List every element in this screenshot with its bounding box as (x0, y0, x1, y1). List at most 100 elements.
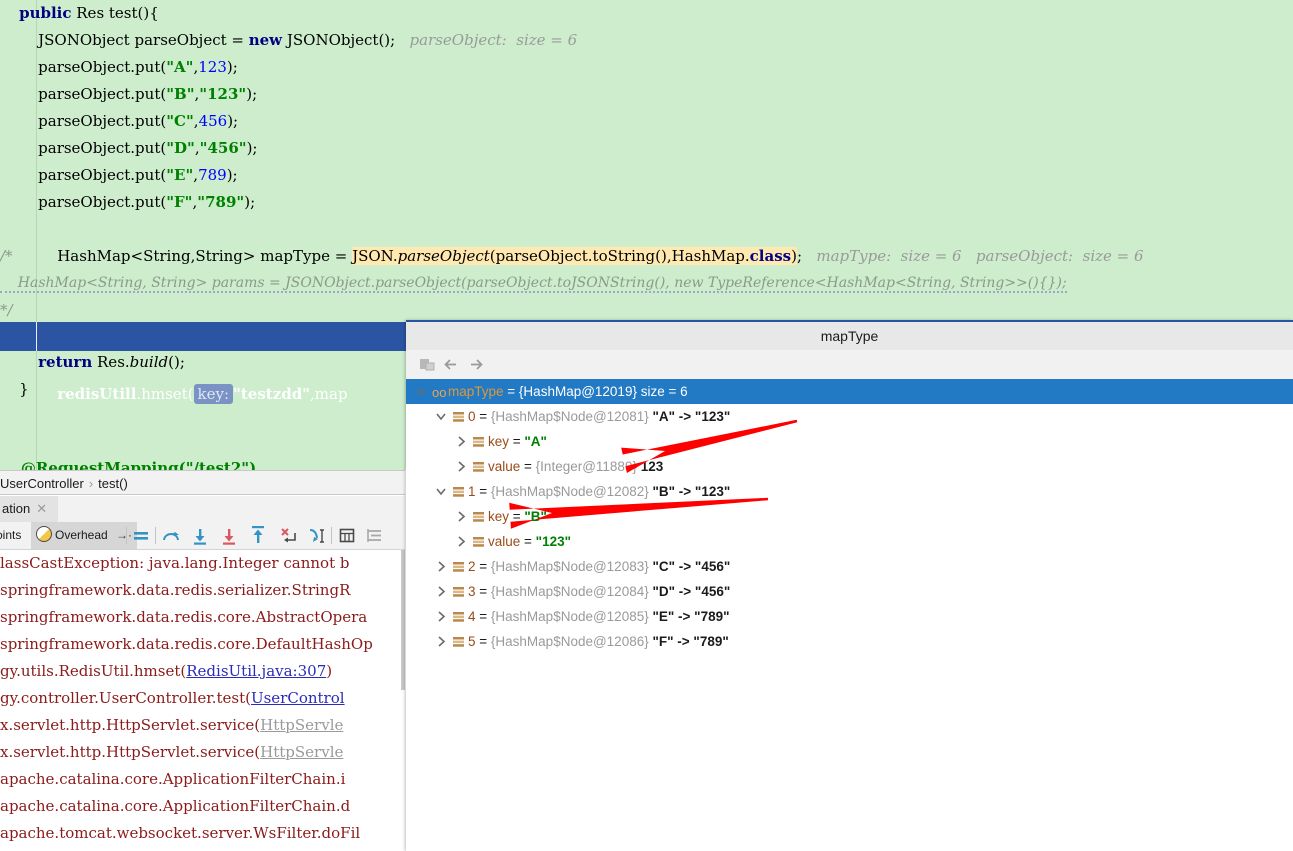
chevron-right-icon[interactable] (434, 604, 448, 629)
code-token: parseObject.put( (0, 193, 167, 211)
debug-toolbar[interactable]: oints Overhead →· (0, 522, 405, 550)
code-token: "D" (166, 139, 195, 157)
tree-token: {HashMap$Node@12085} (490, 609, 649, 624)
tree-token: 123 (636, 459, 664, 474)
console-output[interactable]: lassCastException: java.lang.Integer can… (0, 550, 405, 849)
stacktrace-text: springframework.data.redis.core.DefaultH… (0, 635, 373, 653)
tree-row[interactable]: value = "123" (406, 529, 1293, 554)
stacktrace-text: x.servlet.http.HttpServlet.service( (0, 743, 261, 761)
back-arrow-icon[interactable] (439, 350, 467, 379)
forward-arrow-icon[interactable] (464, 350, 492, 379)
chevron-down-icon[interactable] (414, 379, 428, 404)
code-token: Res (71, 4, 109, 22)
chevron-right-icon[interactable] (454, 454, 468, 479)
code-line: JSONObject parseObject = new JSONObject(… (0, 27, 1293, 54)
chevron-right-icon[interactable] (454, 529, 468, 554)
chevron-right-icon[interactable] (454, 504, 468, 529)
code-line-maptype: HashMap<String,String> mapType = JSON.pa… (0, 216, 1293, 265)
code-token: JSONObject(); (282, 31, 396, 49)
watch-icon[interactable] (414, 350, 442, 379)
tab-application[interactable]: ation ✕ (0, 496, 58, 522)
breadcrumb[interactable]: UserController › test() (0, 470, 405, 495)
stacktrace-line: springframework.data.redis.serializer.St… (0, 577, 350, 604)
tree-token: "A" -> "123" (648, 409, 731, 424)
evaluate-expression-icon[interactable] (334, 522, 360, 549)
variable-inspect-popup[interactable]: mapType oo mapType = {HashMap@12019} size… (406, 320, 1293, 851)
tree-row-label: 1 = {HashMap$Node@12082} "B" -> "123" (468, 479, 730, 504)
chevron-down-icon[interactable] (434, 479, 448, 504)
chevron-right-icon[interactable] (434, 554, 448, 579)
close-icon[interactable]: ✕ (36, 501, 47, 516)
stacktrace-link[interactable]: HttpServle (260, 716, 343, 734)
tool-window-tabs[interactable]: ation ✕ (0, 496, 405, 523)
stacktrace-text: springframework.data.redis.serializer.St… (0, 581, 351, 599)
variables-tree[interactable]: oo mapType = {HashMap@12019} size = 60 = … (406, 379, 1293, 851)
toolbar-divider-2 (155, 527, 156, 544)
settings-icon[interactable] (362, 522, 388, 549)
chevron-right-icon[interactable] (434, 579, 448, 604)
tree-token: "123" (535, 534, 571, 549)
tree-row[interactable]: 0 = {HashMap$Node@12081} "A" -> "123" (406, 404, 1293, 429)
drop-frame-icon[interactable] (275, 522, 301, 549)
stacktrace-line: gy.utils.RedisUtil.hmset(RedisUtil.java:… (0, 658, 332, 685)
stacktrace-text: springframework.data.redis.core.Abstract… (0, 608, 368, 626)
tree-token: = (509, 509, 525, 524)
tree-token: {HashMap$Node@12082} (490, 484, 649, 499)
stacktrace-line: x.servlet.http.HttpServlet.service(HttpS… (0, 739, 343, 766)
tree-token: "D" -> "456" (648, 584, 731, 599)
tree-token: value (488, 459, 521, 474)
stacktrace-link[interactable]: UserControl (251, 689, 345, 707)
tree-row[interactable]: 3 = {HashMap$Node@12084} "D" -> "456" (406, 579, 1293, 604)
tree-row-label: 5 = {HashMap$Node@12086} "F" -> "789" (468, 629, 729, 654)
step-into-icon[interactable] (187, 522, 213, 549)
tree-row[interactable]: key = "B" (406, 504, 1293, 529)
chevron-down-icon[interactable] (434, 404, 448, 429)
breadcrumb-method[interactable]: test() (98, 476, 128, 491)
tree-row-label: value = {Integer@11889} 123 (488, 454, 663, 479)
comment-open-text: /* (0, 247, 13, 265)
gauge-icon (36, 526, 52, 542)
node-icon (472, 429, 485, 454)
debug-tool-window[interactable]: ation ✕ oints Overhead →· (0, 496, 405, 849)
infinity-icon: oo (432, 379, 446, 404)
code-line: parseObject.put("F","789"); (0, 189, 1293, 216)
code-token: parseObject.put( (0, 58, 167, 76)
breadcrumb-class[interactable]: UserController (0, 476, 84, 491)
tree-token: = (520, 459, 536, 474)
return-keyword: return (38, 353, 93, 371)
tree-token: {HashMap$Node@12086} (490, 634, 649, 649)
tree-token: size = 6 (636, 384, 688, 399)
tree-row[interactable]: oo mapType = {HashMap@12019} size = 6 (406, 379, 1293, 404)
tree-token: 5 (468, 634, 476, 649)
popup-navigation-bar[interactable] (406, 350, 1293, 379)
code-line: parseObject.put("A",123); (0, 54, 1293, 81)
exec-indent-guide (36, 322, 37, 351)
tree-token: = (475, 484, 491, 499)
stacktrace-text: gy.controller.UserController.test( (0, 689, 251, 707)
stacktrace-link[interactable]: RedisUtil.java:307 (186, 662, 326, 680)
comment-close-text: */ (0, 301, 13, 319)
code-token: JSONObject parseObject = (0, 31, 249, 49)
code-token: ); (226, 58, 238, 76)
tree-row[interactable]: 5 = {HashMap$Node@12086} "F" -> "789" (406, 629, 1293, 654)
node-icon (452, 579, 465, 604)
svg-text:oo: oo (432, 385, 446, 400)
tree-token: {HashMap@12019} (518, 384, 637, 399)
chevron-right-icon[interactable] (454, 429, 468, 454)
overhead-button[interactable]: Overhead →· (31, 522, 138, 549)
tree-row[interactable]: 2 = {HashMap$Node@12083} "C" -> "456" (406, 554, 1293, 579)
breakpoints-button[interactable]: oints (0, 522, 25, 549)
run-to-cursor-icon[interactable] (304, 522, 330, 549)
tree-row[interactable]: key = "A" (406, 429, 1293, 454)
step-out-icon[interactable] (245, 522, 271, 549)
step-over-icon[interactable] (158, 522, 184, 549)
code-line: parseObject.put("B","123"); (0, 81, 1293, 108)
force-step-into-icon[interactable] (216, 522, 242, 549)
tree-row[interactable]: 1 = {HashMap$Node@12082} "B" -> "123" (406, 479, 1293, 504)
chevron-right-icon[interactable] (434, 629, 448, 654)
tree-row[interactable]: value = {Integer@11889} 123 (406, 454, 1293, 479)
show-execution-point-icon[interactable] (128, 522, 154, 549)
console-scrollbar-thumb[interactable] (401, 550, 405, 690)
tree-row[interactable]: 4 = {HashMap$Node@12085} "E" -> "789" (406, 604, 1293, 629)
stacktrace-link[interactable]: HttpServle (260, 743, 343, 761)
